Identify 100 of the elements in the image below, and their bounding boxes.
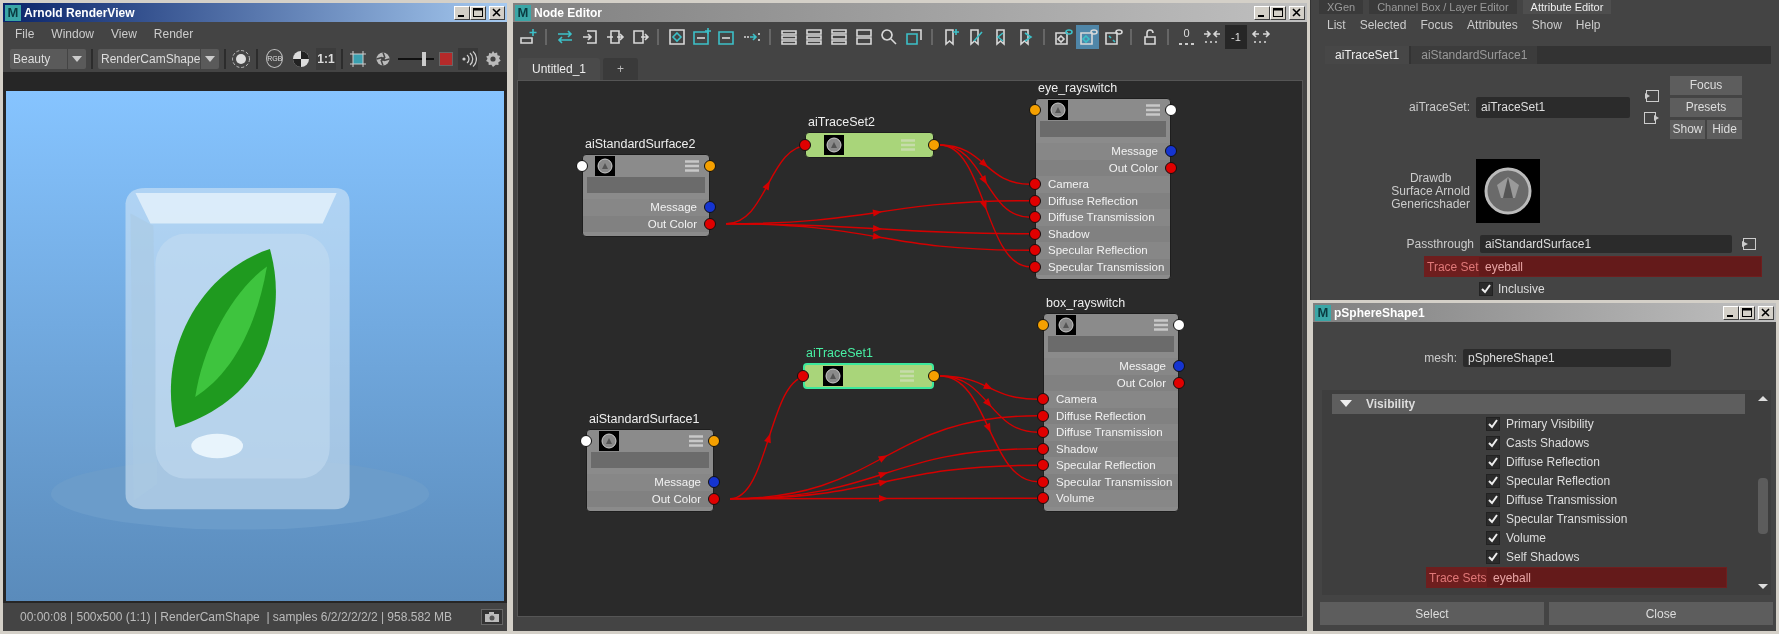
settings-icon xyxy=(484,49,502,68)
editor-tab[interactable]: + xyxy=(603,58,639,80)
aov-dropdown[interactable]: Beauty xyxy=(10,48,86,69)
menu-item[interactable]: View xyxy=(111,26,137,41)
hide-button[interactable]: Hide xyxy=(1707,119,1742,139)
maximize-icon xyxy=(472,7,484,18)
checkbox[interactable] xyxy=(1486,454,1500,469)
port-label: Out Color xyxy=(1108,161,1158,174)
field-label: Trace Sets xyxy=(1428,570,1487,585)
layout-b-icon xyxy=(803,27,824,47)
panel-tab[interactable]: Channel Box / Layer Editor xyxy=(1369,0,1517,14)
close-button[interactable] xyxy=(1758,305,1774,320)
panel-tab[interactable]: XGen xyxy=(1319,0,1364,14)
counter-button[interactable]: 0 xyxy=(1175,25,1198,49)
render-button[interactable] xyxy=(231,47,252,70)
app-logo: M xyxy=(515,4,531,21)
connector-dot[interactable] xyxy=(1037,492,1049,505)
broadcast-button[interactable] xyxy=(458,47,478,70)
connector-dot[interactable] xyxy=(1029,104,1041,116)
color-swatch[interactable] xyxy=(439,51,453,66)
mesh-field[interactable]: pSphereShape1 xyxy=(1463,349,1671,367)
port-label: Shadow xyxy=(1056,442,1098,455)
shader-swatch-icon xyxy=(824,135,844,155)
menu-item[interactable]: Help xyxy=(1575,18,1601,32)
passthrough-field[interactable]: aiStandardSurface1 xyxy=(1480,235,1732,253)
connector-dot[interactable] xyxy=(576,160,588,172)
connector-dot[interactable] xyxy=(1037,319,1049,331)
camera-dropdown[interactable]: RenderCamShape xyxy=(98,48,220,69)
status-text: 00:00:08 | 500x500 (1:1) | RenderCamShape | samples 6/2/2/2/2/2 | 958.582 MB xyxy=(20,610,454,624)
connector-dot[interactable] xyxy=(799,139,811,151)
editor-tab[interactable]: Untitled_1 xyxy=(518,58,601,80)
menu-lines-icon xyxy=(1146,104,1160,116)
connector-dot[interactable] xyxy=(1037,393,1049,406)
menu-item[interactable]: Attributes xyxy=(1467,18,1518,32)
exposure-slider[interactable] xyxy=(398,49,434,68)
checkbox[interactable] xyxy=(1486,549,1500,564)
connector-dot[interactable] xyxy=(1037,426,1049,439)
trace-set-node[interactable] xyxy=(805,132,934,158)
layout-a-icon xyxy=(778,27,799,47)
focus-button[interactable]: Focus xyxy=(1670,75,1742,95)
checkbox[interactable] xyxy=(1486,511,1500,526)
shader-node[interactable]: Message Out Color Camera Diffuse Reflection Diffuse Transmission Shadow Specular Reflection Specular Transmission Volume xyxy=(1043,313,1179,512)
checkbox[interactable] xyxy=(1486,473,1500,488)
snapshot-button[interactable] xyxy=(481,609,503,625)
menu-item[interactable]: File xyxy=(15,26,35,41)
checkbox[interactable] xyxy=(1486,530,1500,545)
menu-item[interactable]: Focus xyxy=(1420,18,1454,32)
port-label: Diffuse Transmission xyxy=(1056,426,1163,439)
shader-node[interactable]: Message Out Color xyxy=(586,429,714,512)
camera-icon xyxy=(484,611,500,623)
checkbox-label: Diffuse Transmission xyxy=(1506,492,1618,507)
maximize-button[interactable] xyxy=(1739,305,1755,320)
input-connection-icon[interactable] xyxy=(1644,89,1660,103)
connector-dot[interactable] xyxy=(1029,244,1041,257)
output-connection-icon[interactable] xyxy=(1644,111,1660,125)
node-name-field[interactable]: aiTraceSet1 xyxy=(1476,96,1630,118)
select-button[interactable]: Select xyxy=(1320,602,1544,625)
input-connection-icon[interactable] xyxy=(1741,237,1757,251)
menu-item[interactable]: Show xyxy=(1531,18,1562,32)
shader-swatch-icon xyxy=(823,366,843,386)
connector-dot[interactable] xyxy=(797,370,809,382)
window-title: Arnold RenderView xyxy=(24,5,136,20)
connector-dot[interactable] xyxy=(1029,211,1041,224)
trace-sets-field[interactable]: eyeball xyxy=(1487,568,1726,587)
node-tab[interactable]: aiStandardSurface1 xyxy=(1411,46,1538,64)
show-button[interactable]: Show xyxy=(1670,119,1705,139)
menu-item[interactable]: Render xyxy=(153,26,194,41)
menu-item[interactable]: Selected xyxy=(1359,18,1407,32)
minimize-button[interactable] xyxy=(1254,5,1270,20)
shader-node[interactable]: Message Out Color Camera Diffuse Reflection Diffuse Transmission Shadow Specular Reflection Specular Transmission xyxy=(1035,98,1171,280)
menu-item[interactable]: Window xyxy=(51,26,95,41)
checkbox[interactable] xyxy=(1486,492,1500,507)
caret-icon xyxy=(205,55,216,62)
minimize-button[interactable] xyxy=(454,5,470,20)
connector-dot[interactable] xyxy=(1029,178,1041,191)
step-field[interactable]: -1 xyxy=(1225,25,1247,49)
connector-dot[interactable] xyxy=(580,435,592,447)
node-tab[interactable]: aiTraceSet1 xyxy=(1325,46,1410,64)
connector-dot[interactable] xyxy=(1037,459,1049,472)
port-label: Shadow xyxy=(1048,227,1090,240)
checkbox-label: Primary Visibility xyxy=(1506,416,1594,431)
checkbox[interactable] xyxy=(1486,416,1500,431)
zoom-button[interactable]: 1:1 xyxy=(316,47,336,70)
checkbox[interactable] xyxy=(1479,282,1493,296)
caret-icon xyxy=(72,55,82,62)
shader-node[interactable]: Message Out Color xyxy=(582,154,710,237)
trace-set-field[interactable]: eyeball xyxy=(1479,257,1761,276)
menu-item[interactable]: List xyxy=(1327,18,1346,32)
close-button[interactable]: Close xyxy=(1549,602,1773,625)
checkbox[interactable] xyxy=(1486,435,1500,450)
close-button[interactable] xyxy=(1289,5,1305,20)
close-button[interactable] xyxy=(489,5,505,20)
maximize-button[interactable] xyxy=(470,5,486,20)
minimize-button[interactable] xyxy=(1723,305,1739,320)
presets-button[interactable]: Presets xyxy=(1670,97,1742,117)
panel-tab[interactable]: Attribute Editor xyxy=(1522,0,1612,14)
app-logo: M xyxy=(1315,304,1331,321)
maximize-icon xyxy=(1741,307,1753,318)
section-header[interactable]: Visibility xyxy=(1332,394,1745,414)
maximize-button[interactable] xyxy=(1270,5,1286,20)
